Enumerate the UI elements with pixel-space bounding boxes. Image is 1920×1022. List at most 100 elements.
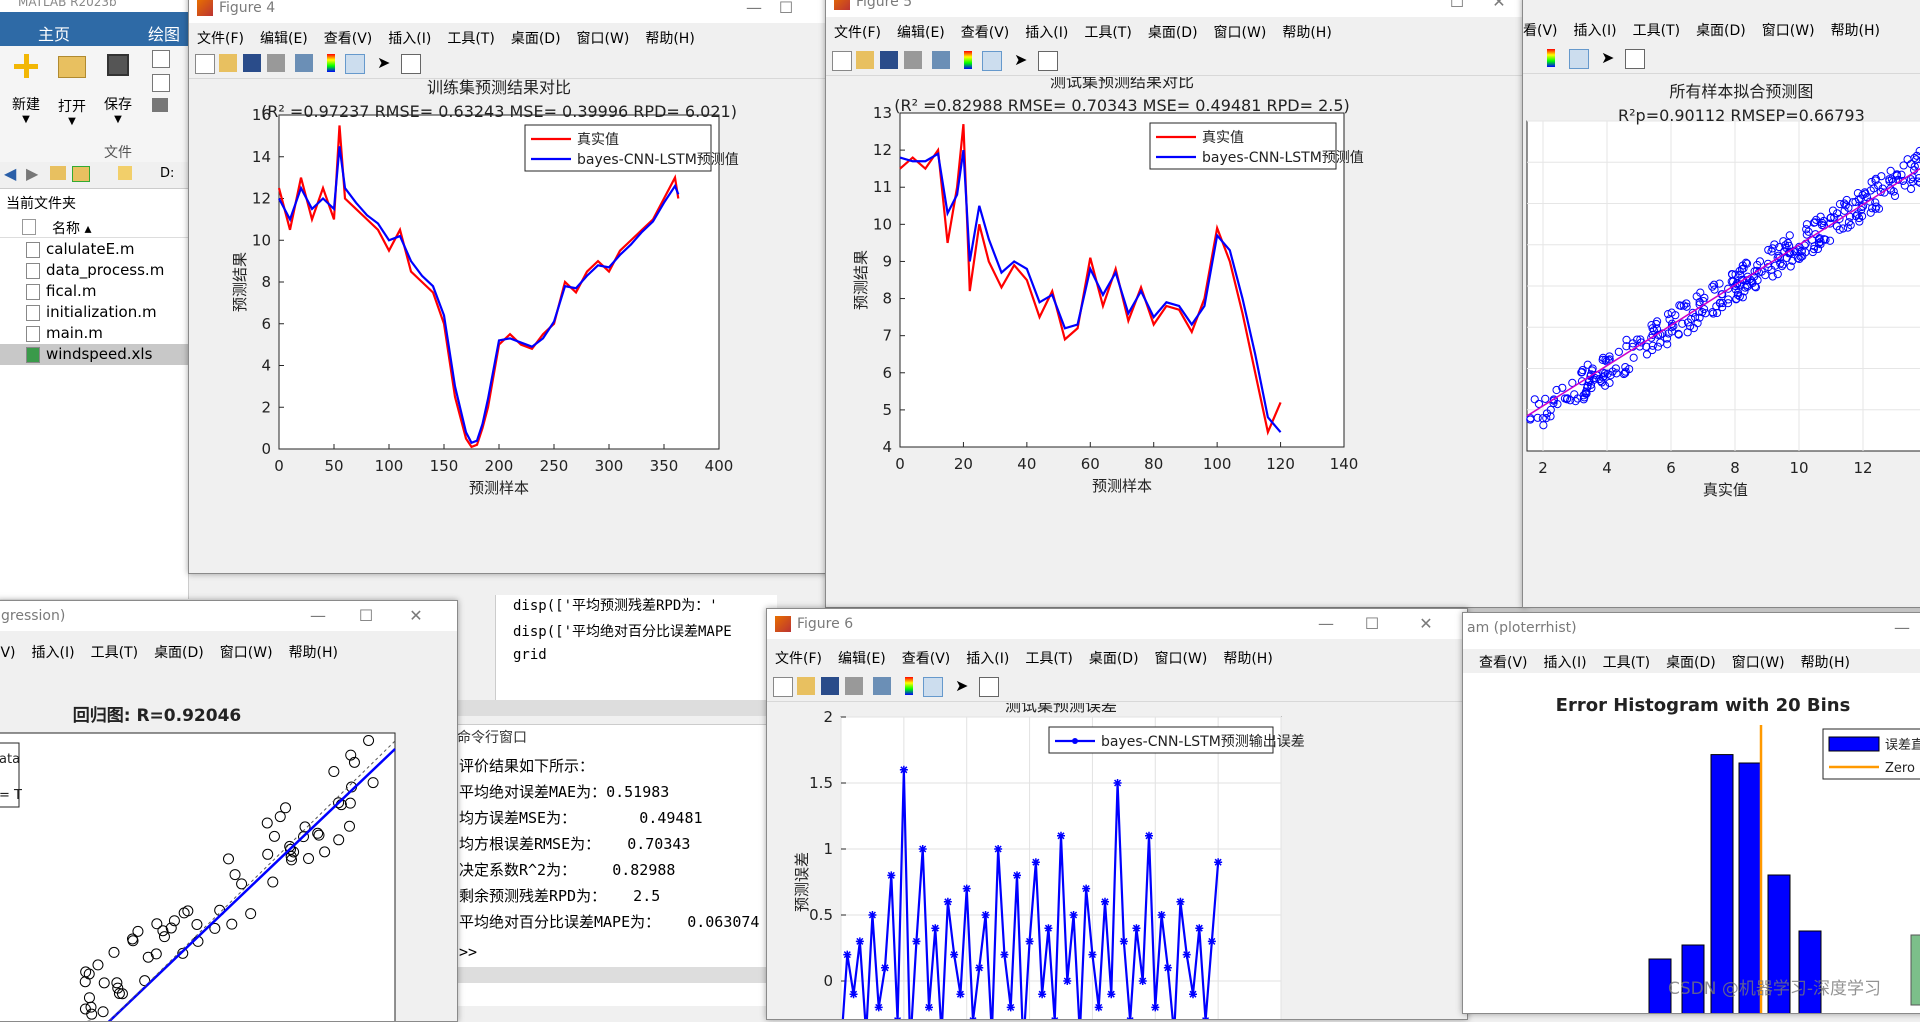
link-plot-icon[interactable] xyxy=(873,677,891,695)
menu-window[interactable]: 窗口(W) xyxy=(220,642,273,662)
menu-edit[interactable]: 编辑(E) xyxy=(897,22,945,42)
menu-tools[interactable]: 工具(T) xyxy=(1084,22,1131,42)
menu-window[interactable]: 窗口(W) xyxy=(577,28,630,48)
menu-tools[interactable]: 工具(T) xyxy=(1633,20,1680,40)
menu-desktop[interactable]: 桌面(D) xyxy=(511,28,561,48)
minimize-button[interactable]: — xyxy=(1315,613,1337,635)
menu-window[interactable]: 窗口(W) xyxy=(1155,648,1208,668)
open-file-icon[interactable] xyxy=(797,677,815,695)
open-button[interactable]: 打开 ▼ xyxy=(52,54,92,132)
name-col-header[interactable]: 名称 ▴ xyxy=(52,218,91,238)
pointer-icon[interactable]: ➤ xyxy=(1014,51,1032,69)
command-prompt[interactable]: >> xyxy=(459,943,477,961)
menu-help[interactable]: 帮助(H) xyxy=(289,642,338,662)
editor-scrollbar[interactable] xyxy=(455,700,777,716)
menu-view[interactable]: 查看(V) xyxy=(1523,20,1558,40)
print-icon[interactable] xyxy=(845,677,863,695)
property-editor-icon[interactable] xyxy=(1038,51,1058,71)
save-icon[interactable] xyxy=(821,677,839,695)
folder-col-header[interactable]: 名称 ▴ xyxy=(0,215,188,238)
new-figure-icon[interactable] xyxy=(832,51,852,71)
menu-desktop[interactable]: 桌面(D) xyxy=(154,642,204,662)
menu-insert[interactable]: 插入(I) xyxy=(966,648,1009,668)
minimize-button[interactable]: — xyxy=(307,605,329,627)
menu-insert[interactable]: 插入(I) xyxy=(1025,22,1068,42)
forward-icon[interactable]: ▶ xyxy=(26,164,38,183)
command-window[interactable]: 命令行窗口 评价结果如下所示： 平均绝对误差MAE为：0.51983 均方误差MSE… xyxy=(455,724,777,1006)
colorbar-icon[interactable] xyxy=(964,51,972,69)
file-list-item[interactable]: initialization.m xyxy=(0,302,188,323)
new-button[interactable]: 新建 ▼ xyxy=(6,54,46,132)
browse-icon[interactable] xyxy=(72,166,90,182)
tab-plots[interactable]: 绘图 xyxy=(148,21,180,45)
maximize-button[interactable]: ☐ xyxy=(1446,0,1468,13)
close-button[interactable]: ✕ xyxy=(1415,613,1437,635)
save-icon[interactable] xyxy=(880,51,898,69)
colorbar-icon[interactable] xyxy=(327,54,335,72)
menu-desktop[interactable]: 桌面(D) xyxy=(1696,20,1746,40)
editor-line[interactable]: disp(['平均绝对百分比误差MAPE xyxy=(513,621,732,641)
menu-insert[interactable]: 插入(I) xyxy=(32,642,75,662)
link-plot-icon[interactable] xyxy=(295,54,313,72)
pointer-icon[interactable]: ➤ xyxy=(377,54,395,72)
menu-tools[interactable]: 工具(T) xyxy=(1603,652,1650,672)
menu-window[interactable]: 窗口(W) xyxy=(1732,652,1785,672)
menu-view[interactable]: 查看(V) xyxy=(961,22,1010,42)
save-button[interactable]: 保存 ▼ xyxy=(98,54,138,132)
menu-tools[interactable]: 工具(T) xyxy=(1025,648,1072,668)
minimize-button[interactable]: — xyxy=(743,0,765,19)
print-icon[interactable] xyxy=(904,51,922,69)
file-list-item[interactable]: data_process.m xyxy=(0,260,188,281)
close-button[interactable]: ✕ xyxy=(405,605,427,627)
menu-edit[interactable]: 编辑(E) xyxy=(838,648,886,668)
link-plot-icon[interactable] xyxy=(932,51,950,69)
maximize-button[interactable]: ☐ xyxy=(355,605,377,627)
property-editor-icon[interactable] xyxy=(979,677,999,697)
colorbar-icon[interactable] xyxy=(905,677,913,695)
file-list-item[interactable]: windspeed.xls xyxy=(0,344,188,365)
file-list-item[interactable]: calulateE.m xyxy=(0,239,188,260)
menu-desktop[interactable]: 桌面(D) xyxy=(1089,648,1139,668)
save-icon[interactable] xyxy=(243,54,261,72)
pointer-icon[interactable]: ➤ xyxy=(1601,49,1619,67)
new-figure-icon[interactable] xyxy=(195,54,215,74)
legend-icon[interactable] xyxy=(345,54,365,74)
menu-tools[interactable]: 工具(T) xyxy=(447,28,494,48)
menu-insert[interactable]: 插入(I) xyxy=(1544,652,1587,672)
menu-file[interactable]: 文件(F) xyxy=(775,648,822,668)
minimize-button[interactable]: — xyxy=(1891,617,1913,639)
property-editor-icon[interactable] xyxy=(401,54,421,74)
menu-desktop[interactable]: 桌面(D) xyxy=(1148,22,1198,42)
menu-help[interactable]: 帮助(H) xyxy=(645,28,694,48)
file-list-item[interactable]: fical.m xyxy=(0,281,188,302)
print-icon[interactable] xyxy=(267,54,285,72)
menu-window[interactable]: 窗口(W) xyxy=(1762,20,1815,40)
menu-view[interactable]: 查看(V) xyxy=(0,642,16,662)
print-icon[interactable] xyxy=(152,98,168,112)
menu-edit[interactable]: 编辑(E) xyxy=(260,28,308,48)
new-figure-icon[interactable] xyxy=(773,677,793,697)
property-editor-icon[interactable] xyxy=(1625,49,1645,69)
menu-tools[interactable]: 工具(T) xyxy=(91,642,138,662)
menu-view[interactable]: 查看(V) xyxy=(902,648,951,668)
legend-icon[interactable] xyxy=(982,51,1002,71)
up-folder-icon[interactable] xyxy=(50,166,66,180)
menu-window[interactable]: 窗口(W) xyxy=(1214,22,1267,42)
file-list-item[interactable]: main.m xyxy=(0,323,188,344)
menu-desktop[interactable]: 桌面(D) xyxy=(1666,652,1716,672)
menu-help[interactable]: 帮助(H) xyxy=(1831,20,1880,40)
menu-view[interactable]: 查看(V) xyxy=(1479,652,1528,672)
close-button[interactable]: ✕ xyxy=(1488,0,1510,13)
colorbar-icon[interactable] xyxy=(1547,49,1555,67)
menu-help[interactable]: 帮助(H) xyxy=(1801,652,1850,672)
menu-file[interactable]: 文件(F) xyxy=(197,28,244,48)
open-file-icon[interactable] xyxy=(219,54,237,72)
back-icon[interactable]: ◀ xyxy=(4,164,16,183)
command-scrollbar[interactable] xyxy=(455,967,777,983)
editor-line[interactable]: grid xyxy=(513,647,547,663)
tab-home[interactable]: 主页 xyxy=(38,21,70,45)
menu-insert[interactable]: 插入(I) xyxy=(1574,20,1617,40)
menu-help[interactable]: 帮助(H) xyxy=(1223,648,1272,668)
maximize-button[interactable]: ☐ xyxy=(775,0,797,19)
import-icon[interactable] xyxy=(152,74,170,92)
